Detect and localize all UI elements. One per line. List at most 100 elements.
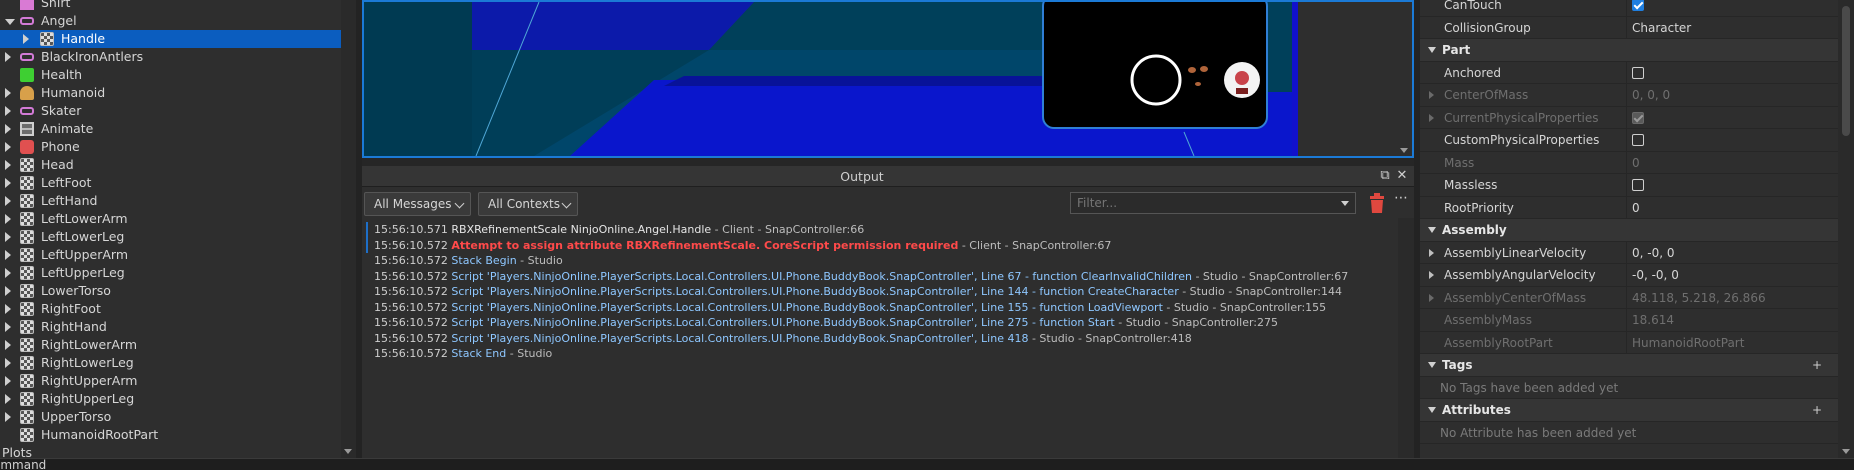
log-line[interactable]: 15:56:10.572 Stack Begin - Studio	[366, 253, 1396, 269]
chevron-right-icon[interactable]	[5, 88, 11, 98]
log-source[interactable]: - Studio	[506, 347, 553, 360]
chevron-right-icon[interactable]	[1429, 293, 1434, 302]
column-divider[interactable]	[1626, 106, 1627, 129]
log-source[interactable]: - Studio - SnapController:67	[1192, 270, 1348, 283]
command-bar[interactable]: ommand	[0, 458, 1854, 470]
column-divider[interactable]	[1626, 241, 1627, 264]
property-row[interactable]: Anchored	[1420, 61, 1838, 84]
chevron-down-icon[interactable]	[1428, 47, 1436, 53]
chevron-down-icon[interactable]	[1428, 227, 1436, 233]
chevron-right-icon[interactable]	[1429, 248, 1434, 257]
close-icon[interactable]: ✕	[1395, 169, 1409, 183]
property-row[interactable]: AssemblyLinearVelocity 0, -0, 0	[1420, 241, 1838, 264]
property-row[interactable]: AssemblyRootPart HumanoidRootPart	[1420, 331, 1838, 354]
log-source[interactable]: - Studio - SnapController:144	[1179, 285, 1342, 298]
explorer-item[interactable]: RightHand	[0, 318, 341, 336]
chevron-right-icon[interactable]	[5, 124, 11, 134]
property-checkbox[interactable]	[1632, 0, 1644, 11]
explorer-item[interactable]: RightLowerArm	[0, 336, 341, 354]
property-category[interactable]: Assembly	[1420, 219, 1838, 242]
log-source[interactable]: - Client - SnapController:67	[958, 239, 1112, 252]
explorer-item[interactable]: Shirt	[0, 0, 341, 12]
chevron-right-icon[interactable]	[23, 34, 29, 44]
chevron-down-icon[interactable]	[5, 19, 15, 25]
property-category[interactable]: Attributes +	[1420, 399, 1838, 422]
explorer-item[interactable]: LowerTorso	[0, 282, 341, 300]
log-link[interactable]: Script 'Players.NinjoOnline.PlayerScript…	[451, 316, 1114, 329]
column-divider[interactable]	[1626, 264, 1627, 286]
properties-scrollbar[interactable]	[1838, 0, 1854, 458]
property-row[interactable]: CollisionGroup Character	[1420, 16, 1838, 39]
property-checkbox[interactable]	[1632, 179, 1644, 191]
column-divider[interactable]	[1626, 331, 1627, 354]
panel-divider[interactable]	[362, 158, 1414, 166]
chevron-right-icon[interactable]	[5, 268, 11, 278]
chevron-right-icon[interactable]	[5, 142, 11, 152]
column-divider[interactable]	[1626, 84, 1627, 106]
explorer-item[interactable]: Head	[0, 156, 341, 174]
explorer-item[interactable]: Humanoid	[0, 84, 341, 102]
add-icon[interactable]: +	[1812, 354, 1822, 377]
log-line[interactable]: 15:56:10.572 Script 'Players.NinjoOnline…	[366, 315, 1396, 331]
log-line[interactable]: 15:56:10.571 RBXRefinementScale NinjoOnl…	[366, 222, 1396, 238]
explorer-item[interactable]: Animate	[0, 120, 341, 138]
explorer-item[interactable]: LeftLowerArm	[0, 210, 341, 228]
column-divider[interactable]	[1626, 61, 1627, 84]
property-category[interactable]: Part	[1420, 39, 1838, 62]
chevron-right-icon[interactable]	[5, 106, 11, 116]
log-source[interactable]: - Studio	[517, 254, 563, 267]
explorer-item[interactable]: BlackIronAntlers	[0, 48, 341, 66]
chevron-right-icon[interactable]	[5, 160, 11, 170]
chevron-right-icon[interactable]	[1429, 91, 1434, 99]
column-divider[interactable]	[1626, 151, 1627, 174]
log-line[interactable]: 15:56:10.572 Script 'Players.NinjoOnline…	[366, 300, 1396, 316]
explorer-item[interactable]: Angel	[0, 12, 341, 30]
undock-icon[interactable]: ⧉	[1378, 169, 1392, 183]
chevron-down-icon[interactable]	[1428, 362, 1436, 368]
log-line[interactable]: 15:56:10.572 Script 'Players.NinjoOnline…	[366, 284, 1396, 300]
property-row[interactable]: Mass 0	[1420, 151, 1838, 174]
log-link[interactable]: Script 'Players.NinjoOnline.PlayerScript…	[451, 285, 1178, 298]
add-icon[interactable]: +	[1812, 399, 1822, 422]
explorer-item[interactable]: RightLowerLeg	[0, 354, 341, 372]
chevron-right-icon[interactable]	[5, 196, 11, 206]
message-type-dropdown[interactable]: All Messages	[364, 192, 471, 216]
property-category[interactable]: Tags +	[1420, 354, 1838, 377]
column-divider[interactable]	[1626, 129, 1627, 151]
property-checkbox[interactable]	[1632, 66, 1644, 79]
explorer-item[interactable]: LeftFoot	[0, 174, 341, 192]
explorer-item[interactable]: LeftUpperLeg	[0, 264, 341, 282]
chevron-down-icon[interactable]	[1428, 407, 1436, 413]
context-dropdown[interactable]: All Contexts	[478, 192, 578, 216]
property-row[interactable]: CustomPhysicalProperties	[1420, 129, 1838, 152]
output-scrollbar[interactable]	[1398, 218, 1414, 458]
property-row[interactable]: AssemblyCenterOfMass 48.118, 5.218, 26.86…	[1420, 286, 1838, 309]
chevron-right-icon[interactable]	[5, 250, 11, 260]
chevron-right-icon[interactable]	[1429, 113, 1434, 122]
explorer-scrollbar[interactable]	[341, 0, 356, 458]
log-source[interactable]: - Studio - SnapController:418	[1028, 332, 1192, 345]
more-options-icon[interactable]: ⋯	[1392, 190, 1410, 212]
explorer-item[interactable]: Skater	[0, 102, 341, 120]
clear-output-icon[interactable]	[1368, 192, 1386, 214]
log-line[interactable]: 15:56:10.572 Script 'Players.NinjoOnline…	[366, 331, 1396, 347]
property-row[interactable]: CanTouch	[1420, 0, 1838, 17]
explorer-item[interactable]: RightFoot	[0, 300, 341, 318]
chevron-right-icon[interactable]	[5, 394, 11, 404]
game-viewport[interactable]	[362, 0, 1414, 158]
log-link[interactable]: Stack End	[451, 347, 506, 360]
explorer-item[interactable]: Handle	[0, 30, 341, 48]
explorer-item[interactable]: UpperTorso	[0, 408, 341, 426]
scroll-down-arrow-icon[interactable]	[344, 449, 352, 454]
column-divider[interactable]	[1626, 196, 1627, 219]
column-divider[interactable]	[1626, 0, 1627, 16]
log-link[interactable]: Script 'Players.NinjoOnline.PlayerScript…	[451, 332, 1028, 345]
column-divider[interactable]	[1626, 174, 1627, 196]
chevron-right-icon[interactable]	[5, 358, 11, 368]
scroll-down-arrow-icon[interactable]	[1400, 148, 1408, 153]
log-line[interactable]: 15:56:10.572 Attempt to assign attribute…	[366, 237, 1396, 253]
chevron-right-icon[interactable]	[5, 214, 11, 224]
property-row[interactable]: CurrentPhysicalProperties	[1420, 106, 1838, 129]
property-value[interactable]: 0	[1632, 197, 1640, 220]
scrollbar-thumb[interactable]	[1842, 6, 1850, 136]
